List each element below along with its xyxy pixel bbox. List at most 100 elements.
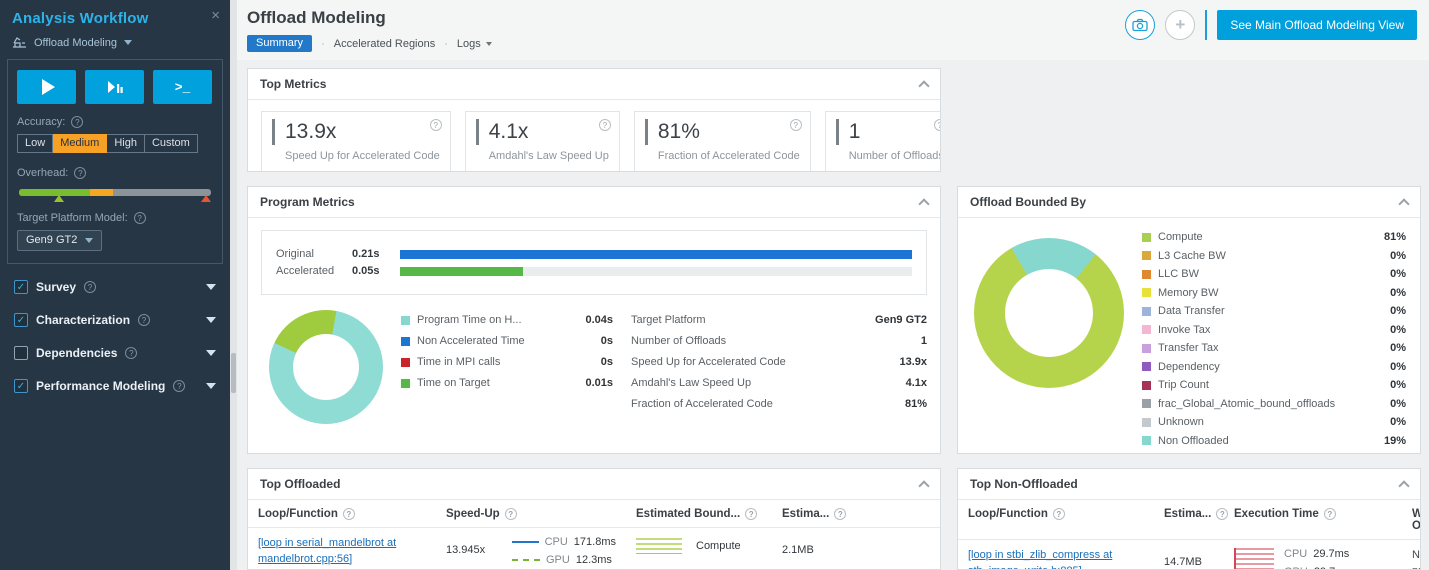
play-icon — [42, 79, 55, 95]
step-dependencies: Dependencies ? — [14, 346, 216, 360]
program-time-legend: Program Time on H... 0.04s Non Accelerat… — [401, 314, 613, 398]
legend-color-swatch — [1142, 399, 1151, 408]
metric-card-speedup: ? 13.9x Speed Up for Accelerated Code — [261, 111, 451, 172]
legend-value: 0.01s — [575, 377, 613, 389]
legend-label: Time in MPI calls — [417, 356, 568, 368]
splitter-handle[interactable] — [231, 353, 236, 393]
legend-color-swatch — [1142, 288, 1151, 297]
loop-function-link[interactable]: [loop in stbi_zlib_compress at stb_image… — [968, 549, 1112, 569]
legend-label: Time on Target — [417, 377, 568, 389]
top-metrics-panel: Top Metrics ? 13.9x Speed Up for Acceler… — [247, 68, 941, 172]
characterization-expand-icon[interactable] — [206, 317, 216, 323]
collapse-chevron-icon[interactable] — [918, 480, 929, 491]
detail-value: 13.9x — [899, 356, 927, 368]
legend-value: 0% — [1374, 305, 1406, 317]
column-help-icon[interactable]: ? — [505, 508, 517, 520]
characterization-help-icon[interactable]: ? — [138, 314, 150, 326]
cpu-label: CPU — [545, 536, 568, 548]
dependencies-help-icon[interactable]: ? — [125, 347, 137, 359]
sidebar-splitter[interactable] — [230, 0, 237, 570]
step-label: Performance Modeling — [36, 379, 165, 393]
overhead-marker-low-icon[interactable] — [54, 195, 64, 202]
column-help-icon[interactable]: ? — [1324, 508, 1336, 520]
detail-label: Number of Offloads — [631, 335, 921, 347]
main-area: Offload Modeling Summary Accelerated Reg… — [237, 0, 1429, 570]
metric-help-icon[interactable]: ? — [599, 119, 611, 131]
metric-help-icon[interactable]: ? — [790, 119, 802, 131]
survey-expand-icon[interactable] — [206, 284, 216, 290]
characterization-checkbox[interactable] — [14, 313, 28, 327]
command-line-button[interactable]: >_ — [153, 70, 212, 104]
accuracy-option-low[interactable]: Low — [17, 134, 53, 153]
column-help-icon[interactable]: ? — [343, 508, 355, 520]
metric-label: Speed Up for Accelerated Code — [272, 150, 440, 162]
target-platform-help-icon[interactable]: ? — [134, 212, 146, 224]
dependencies-expand-icon[interactable] — [206, 350, 216, 356]
column-help-icon[interactable]: ? — [745, 508, 757, 520]
metric-help-icon[interactable]: ? — [430, 119, 442, 131]
add-result-button[interactable]: + — [1165, 10, 1195, 40]
legend-color-swatch — [1142, 344, 1151, 353]
column-help-icon[interactable]: ? — [1053, 508, 1065, 520]
overhead-help-icon[interactable]: ? — [74, 167, 86, 179]
legend-label: Invoke Tax — [1158, 324, 1367, 336]
top-offloaded-panel: Top Offloaded Loop/Function? Speed-Up? E… — [247, 468, 941, 570]
accuracy-help-icon[interactable]: ? — [71, 116, 83, 128]
loop-function-link[interactable]: [loop in serial_mandelbrot at mandelbrot… — [258, 537, 396, 565]
header-actions: + See Main Offload Modeling View — [1125, 10, 1417, 40]
collapse-chevron-icon[interactable] — [918, 198, 929, 209]
collapse-chevron-icon[interactable] — [918, 80, 929, 91]
legend-color-swatch — [401, 316, 410, 325]
execution-sparkline-icon — [1234, 548, 1274, 569]
bounded-by-legend-item: Trip Count0% — [1142, 379, 1406, 391]
perspective-selector[interactable]: Offload Modeling — [12, 36, 218, 49]
snapshot-button[interactable] — [1125, 10, 1155, 40]
legend-value: 0% — [1374, 398, 1406, 410]
legend-value: 19% — [1374, 435, 1406, 447]
target-platform-label: Target Platform Model: — [17, 212, 128, 224]
target-platform-dropdown[interactable]: Gen9 GT2 — [17, 230, 102, 251]
app-window: Analysis Workflow × Offload Modeling — [0, 0, 1429, 570]
column-help-icon[interactable]: ? — [834, 508, 846, 520]
dependencies-checkbox[interactable] — [14, 346, 28, 360]
tab-logs[interactable]: Logs — [444, 38, 492, 50]
estimated-data-value: 2.1MB — [772, 536, 940, 556]
run-analysis-button[interactable] — [17, 70, 76, 104]
legend-color-swatch — [401, 379, 410, 388]
bounded-by-legend-item: L3 Cache BW0% — [1142, 250, 1406, 262]
collect-and-report-button[interactable] — [85, 70, 144, 104]
performance-modeling-help-icon[interactable]: ? — [173, 380, 185, 392]
overhead-marker-high-icon[interactable] — [201, 195, 211, 202]
collapse-chevron-icon[interactable] — [1398, 480, 1409, 491]
legend-item: Time in MPI calls 0s — [401, 356, 613, 368]
program-details-list: Target Platform Gen9 GT2 Number of Offlo… — [631, 314, 927, 419]
metric-card-amdahl: ? 4.1x Amdahl's Law Speed Up — [465, 111, 620, 172]
offload-bounded-by-panel: Offload Bounded By Compute81%L3 Cache BW… — [957, 186, 1421, 454]
close-icon[interactable]: × — [211, 7, 220, 24]
overhead-slider-orange-segment — [90, 189, 113, 196]
performance-modeling-expand-icon[interactable] — [206, 383, 216, 389]
panel-title: Top Offloaded — [260, 477, 340, 491]
cpu-time: 171.8ms — [574, 536, 616, 548]
tab-accelerated-regions[interactable]: Accelerated Regions — [321, 38, 435, 50]
overhead-slider[interactable] — [19, 189, 211, 196]
survey-checkbox[interactable] — [14, 280, 28, 294]
metric-help-icon[interactable]: ? — [934, 119, 941, 131]
performance-modeling-checkbox[interactable] — [14, 379, 28, 393]
accuracy-option-medium[interactable]: Medium — [53, 134, 107, 153]
bar-fill — [400, 267, 523, 276]
column-header: Estima... — [1164, 508, 1211, 520]
accuracy-segmented-control: Low Medium High Custom — [17, 134, 213, 153]
accuracy-option-high[interactable]: High — [107, 134, 145, 153]
legend-label: Dependency — [1158, 361, 1367, 373]
accuracy-option-custom[interactable]: Custom — [145, 134, 198, 153]
bounded-by-legend-item: Unknown0% — [1142, 416, 1406, 428]
legend-value: 0% — [1374, 361, 1406, 373]
see-main-view-button[interactable]: See Main Offload Modeling View — [1217, 10, 1417, 40]
legend-color-swatch — [401, 337, 410, 346]
legend-value: 0% — [1374, 287, 1406, 299]
tab-summary[interactable]: Summary — [247, 35, 312, 52]
collapse-chevron-icon[interactable] — [1398, 198, 1409, 209]
perspective-label: Offload Modeling — [34, 37, 117, 49]
survey-help-icon[interactable]: ? — [84, 281, 96, 293]
